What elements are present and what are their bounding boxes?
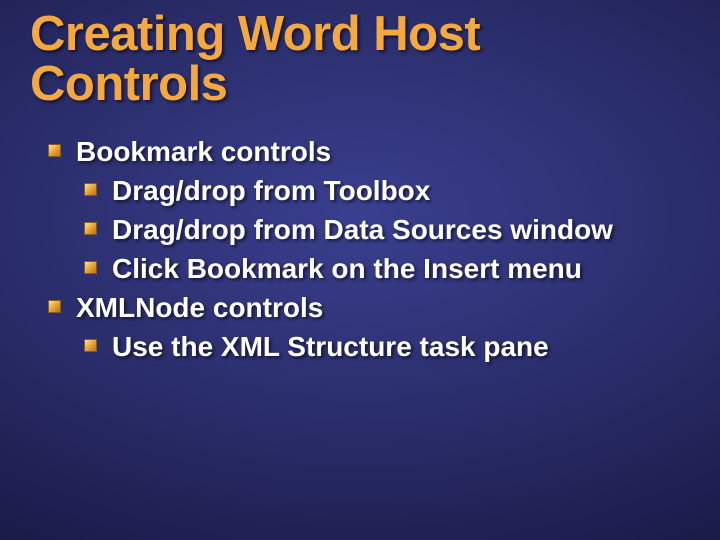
bullet-icon [84, 222, 97, 235]
bullet-icon [84, 339, 97, 352]
slide-content: Bookmark controls Drag/drop from Toolbox… [30, 134, 690, 364]
list-item: Use the XML Structure task pane [84, 329, 690, 364]
list-item: Drag/drop from Toolbox [84, 173, 690, 208]
list-item: Click Bookmark on the Insert menu [84, 251, 690, 286]
list-item-text: Click Bookmark on the Insert menu [112, 253, 582, 284]
bullet-icon [48, 144, 61, 157]
list-item: XMLNode controls [48, 290, 690, 325]
list-item-text: Drag/drop from Data Sources window [112, 214, 613, 245]
bullet-icon [84, 261, 97, 274]
list-item: Drag/drop from Data Sources window [84, 212, 690, 247]
slide-title: Creating Word Host Controls [30, 10, 690, 110]
list-item: Bookmark controls [48, 134, 690, 169]
slide: Creating Word Host Controls Bookmark con… [0, 0, 720, 540]
list-item-text: Drag/drop from Toolbox [112, 175, 430, 206]
bullet-icon [48, 300, 61, 313]
bullet-icon [84, 183, 97, 196]
list-item-text: Use the XML Structure task pane [112, 331, 549, 362]
list-item-text: XMLNode controls [76, 292, 323, 323]
list-item-text: Bookmark controls [76, 136, 331, 167]
